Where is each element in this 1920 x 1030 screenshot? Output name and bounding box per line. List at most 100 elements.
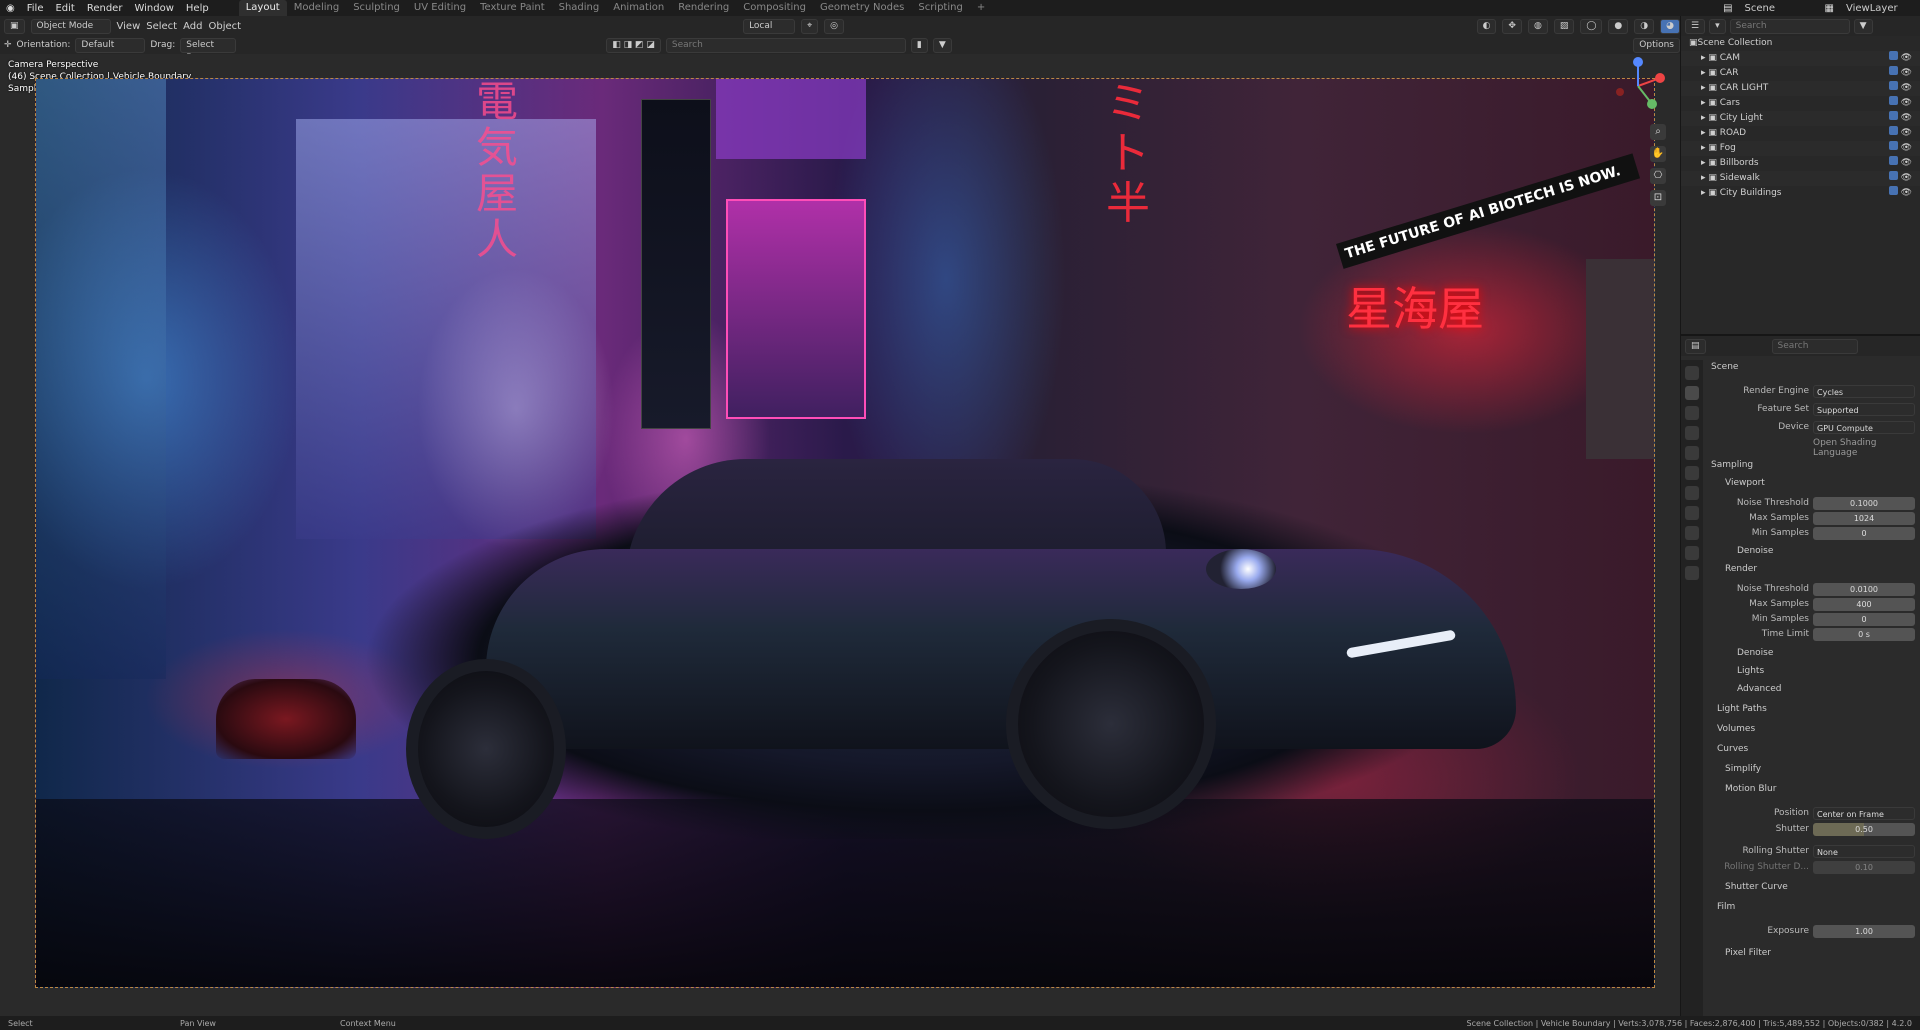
collection-row[interactable]: ▸ ▣ CAR LIGHT 👁 bbox=[1681, 81, 1920, 96]
solid-shading-icon[interactable]: ● bbox=[1608, 18, 1629, 34]
tab-sculpting[interactable]: Sculpting bbox=[346, 0, 407, 16]
visibility-toggle-icon[interactable]: 👁 bbox=[1888, 126, 1912, 141]
display-mode-icon[interactable]: ▾ bbox=[1709, 18, 1726, 34]
visibility-toggle-icon[interactable]: 👁 bbox=[1888, 96, 1912, 111]
collection-row[interactable]: ▸ ▣ City Light 👁 bbox=[1681, 111, 1920, 126]
simplify-panel[interactable]: Simplify bbox=[1725, 764, 1761, 774]
tab-rendering[interactable]: Rendering bbox=[671, 0, 736, 16]
menu-render[interactable]: Render bbox=[81, 3, 129, 14]
tab-modeling[interactable]: Modeling bbox=[287, 0, 347, 16]
xray-icon[interactable]: ▨ bbox=[1553, 18, 1575, 34]
outliner-search-input[interactable]: Search bbox=[1729, 18, 1850, 34]
editor-type-icon[interactable]: ▣ bbox=[4, 18, 25, 34]
r-time-field[interactable]: 0 s bbox=[1813, 628, 1915, 641]
r-max-field[interactable]: 400 bbox=[1813, 598, 1915, 611]
scene-tab-icon[interactable] bbox=[1685, 446, 1699, 460]
tab-scripting[interactable]: Scripting bbox=[911, 0, 969, 16]
menu-edit[interactable]: Edit bbox=[49, 3, 80, 14]
film-panel[interactable]: Film bbox=[1717, 902, 1735, 912]
r-denoise-subpanel[interactable]: Denoise bbox=[1737, 648, 1773, 658]
render-subpanel-header[interactable]: Render bbox=[1725, 564, 1757, 574]
vp-max-field[interactable]: 1024 bbox=[1813, 512, 1915, 525]
axis-gizmo-icon[interactable] bbox=[1608, 56, 1668, 116]
object-tab-icon[interactable] bbox=[1685, 486, 1699, 500]
curves-panel[interactable]: Curves bbox=[1717, 744, 1748, 754]
volumes-panel[interactable]: Volumes bbox=[1717, 724, 1755, 734]
visibility-toggle-icon[interactable]: 👁 bbox=[1888, 156, 1912, 171]
gizmo-icon[interactable]: ✥ bbox=[1502, 18, 1522, 34]
material-shading-icon[interactable]: ◑ bbox=[1634, 18, 1655, 34]
3d-viewport[interactable]: Camera Perspective (46) Scene Collection… bbox=[0, 54, 1680, 1016]
scene-selector[interactable]: Scene bbox=[1739, 3, 1819, 14]
light-paths-panel[interactable]: Light Paths bbox=[1717, 704, 1767, 714]
collection-row[interactable]: ▸ ▣ City Buildings 👁 bbox=[1681, 186, 1920, 201]
pixel-filter-subpanel[interactable]: Pixel Filter bbox=[1725, 948, 1771, 958]
transform-icon[interactable]: ✛ bbox=[4, 40, 12, 50]
tool-tab-icon[interactable] bbox=[1685, 366, 1699, 380]
bookmark-icon[interactable]: ▮ bbox=[910, 37, 928, 53]
render-tab-icon[interactable] bbox=[1685, 386, 1699, 400]
visibility-toggle-icon[interactable]: 👁 bbox=[1888, 186, 1912, 201]
visibility-toggle-icon[interactable]: 👁 bbox=[1888, 171, 1912, 186]
snap-icon[interactable]: ⌖ bbox=[801, 18, 819, 34]
tab-shading[interactable]: Shading bbox=[552, 0, 607, 16]
visibility-toggle-icon[interactable]: 👁 bbox=[1888, 141, 1912, 156]
tab-compositing[interactable]: Compositing bbox=[736, 0, 813, 16]
osl-checkbox[interactable]: Open Shading Language bbox=[1813, 438, 1920, 458]
menu-window[interactable]: Window bbox=[128, 3, 179, 14]
r-min-field[interactable]: 0 bbox=[1813, 613, 1915, 626]
collection-row[interactable]: ▸ ▣ Cars 👁 bbox=[1681, 96, 1920, 111]
navigation-gizmo[interactable] bbox=[1608, 56, 1668, 116]
vp-min-field[interactable]: 0 bbox=[1813, 527, 1915, 540]
filter-icons-bar[interactable]: ◧ ◨ ◩ ◪ bbox=[606, 37, 661, 53]
tab-geometry-nodes[interactable]: Geometry Nodes bbox=[813, 0, 911, 16]
tab-texture-paint[interactable]: Texture Paint bbox=[473, 0, 552, 16]
feature-set-select[interactable]: Supported bbox=[1813, 403, 1915, 416]
visibility-toggle-icon[interactable]: 👁 bbox=[1888, 111, 1912, 126]
add-menu[interactable]: Add bbox=[183, 21, 202, 32]
output-tab-icon[interactable] bbox=[1685, 406, 1699, 420]
drag-select[interactable]: Select Box bbox=[180, 37, 237, 63]
physics-tab-icon[interactable] bbox=[1685, 526, 1699, 540]
menu-file[interactable]: File bbox=[21, 3, 50, 14]
device-select[interactable]: GPU Compute bbox=[1813, 421, 1915, 434]
orientation-select[interactable]: Default bbox=[75, 37, 146, 53]
collection-row[interactable]: ▸ ▣ Sidewalk 👁 bbox=[1681, 171, 1920, 186]
rolling-select[interactable]: None bbox=[1813, 845, 1915, 858]
shutter-curve-subpanel[interactable]: Shutter Curve bbox=[1725, 882, 1788, 892]
outliner-filter-icon[interactable]: ▼ bbox=[1853, 18, 1873, 34]
object-menu[interactable]: Object bbox=[208, 21, 241, 32]
visibility-toggle-icon[interactable]: 👁 bbox=[1888, 51, 1912, 66]
motion-blur-panel[interactable]: Motion Blur bbox=[1725, 784, 1776, 794]
add-workspace-icon[interactable]: + bbox=[970, 0, 992, 16]
tab-layout[interactable]: Layout bbox=[238, 0, 287, 16]
scene-icon[interactable]: ▤ bbox=[1717, 3, 1738, 14]
menu-help[interactable]: Help bbox=[180, 3, 215, 14]
sampling-panel-header[interactable]: Sampling bbox=[1711, 460, 1753, 470]
exposure-field[interactable]: 1.00 bbox=[1813, 925, 1915, 938]
lock-camera-icon[interactable]: ⊡ bbox=[1650, 190, 1666, 206]
mode-select[interactable]: Object Mode bbox=[30, 18, 111, 34]
view-layer-tab-icon[interactable] bbox=[1685, 426, 1699, 440]
wireframe-shading-icon[interactable]: ◯ bbox=[1580, 18, 1603, 34]
tab-animation[interactable]: Animation bbox=[606, 0, 671, 16]
collection-row[interactable]: ▸ ▣ CAM 👁 bbox=[1681, 51, 1920, 66]
texture-tab-icon[interactable] bbox=[1685, 566, 1699, 580]
outliner-editor-icon[interactable]: ☰ bbox=[1685, 18, 1706, 34]
visibility-icon[interactable]: ◐ bbox=[1476, 18, 1497, 34]
shutter-slider[interactable]: 0.50 bbox=[1813, 823, 1915, 836]
transform-pivot-select[interactable]: Local bbox=[743, 18, 796, 34]
r-noise-field[interactable]: 0.0100 bbox=[1813, 583, 1915, 596]
view-layer-selector[interactable]: ViewLayer bbox=[1840, 3, 1920, 14]
world-tab-icon[interactable] bbox=[1685, 466, 1699, 480]
camera-view-icon[interactable]: ⎔ bbox=[1650, 168, 1666, 184]
rolling-d-field[interactable]: 0.10 bbox=[1813, 861, 1915, 874]
scene-collection-row[interactable]: ▣ Scene Collection bbox=[1681, 36, 1920, 51]
advanced-subpanel[interactable]: Advanced bbox=[1737, 684, 1781, 694]
zoom-icon[interactable]: ⌕ bbox=[1650, 124, 1666, 140]
overlay-icon[interactable]: ◍ bbox=[1527, 18, 1548, 34]
pan-hand-icon[interactable]: ✋ bbox=[1650, 146, 1666, 162]
select-menu[interactable]: Select bbox=[146, 21, 177, 32]
collection-row[interactable]: ▸ ▣ ROAD 👁 bbox=[1681, 126, 1920, 141]
modifier-tab-icon[interactable] bbox=[1685, 506, 1699, 520]
